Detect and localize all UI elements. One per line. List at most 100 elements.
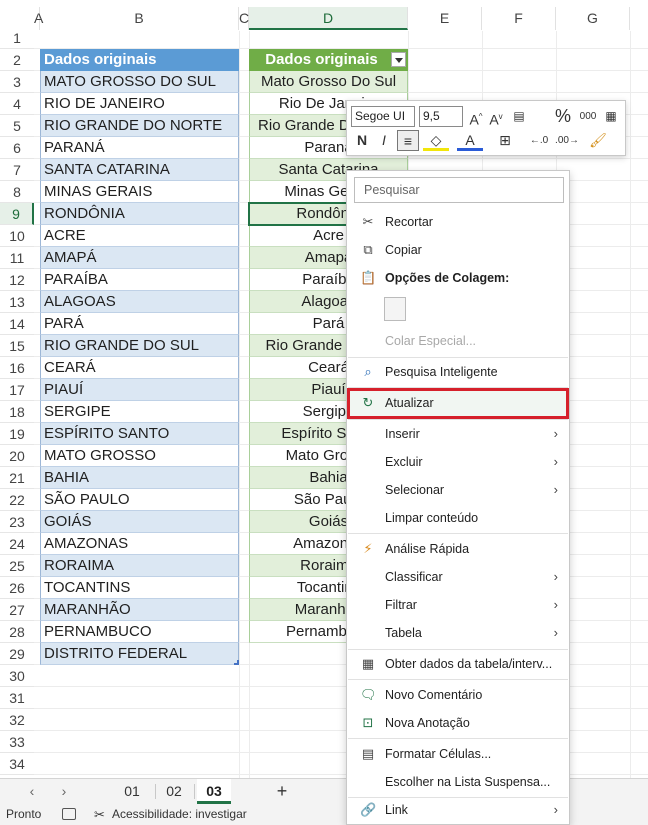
table-b-cell[interactable]: MATO GROSSO DO SUL bbox=[40, 71, 239, 93]
sheet-tab-01[interactable]: 01 bbox=[116, 779, 148, 804]
row-header[interactable]: 23 bbox=[0, 511, 34, 533]
menu-item-tabela[interactable]: Tabela › bbox=[348, 619, 568, 647]
row-header[interactable]: 6 bbox=[0, 137, 34, 159]
row-header[interactable]: 28 bbox=[0, 621, 34, 643]
scroll-left-icon[interactable]: ‹ bbox=[24, 783, 40, 799]
menu-search-input[interactable]: Pesquisar bbox=[354, 177, 564, 203]
font-color-icon[interactable]: A bbox=[457, 130, 483, 151]
table-b-cell[interactable]: SERGIPE bbox=[40, 401, 239, 423]
menu-item-limpar[interactable]: Limpar conteúdo bbox=[348, 504, 568, 532]
column-header-g[interactable]: G bbox=[556, 7, 630, 30]
align-center-icon[interactable]: ≡ bbox=[397, 130, 419, 151]
table-resize-handle[interactable] bbox=[234, 660, 239, 665]
row-header[interactable]: 3 bbox=[0, 71, 34, 93]
menu-item-novo-comentario[interactable]: 🗨 Novo Comentário bbox=[348, 681, 568, 709]
menu-item-classificar[interactable]: Classificar › bbox=[348, 563, 568, 591]
table-b-cell[interactable]: DISTRITO FEDERAL bbox=[40, 643, 239, 665]
row-header[interactable]: 30 bbox=[0, 665, 34, 687]
increase-font-icon[interactable]: A^ bbox=[467, 106, 485, 128]
table-b-cell[interactable]: PARÁ bbox=[40, 313, 239, 335]
row-header[interactable]: 7 bbox=[0, 159, 34, 181]
column-header-d[interactable]: D bbox=[249, 7, 408, 30]
row-header[interactable]: 15 bbox=[0, 335, 34, 357]
row-header[interactable]: 8 bbox=[0, 181, 34, 203]
column-header-c[interactable]: C bbox=[239, 7, 249, 30]
scroll-right-icon[interactable]: › bbox=[56, 783, 72, 799]
sheet-tab-03[interactable]: 03 bbox=[197, 779, 231, 804]
table-b-cell[interactable]: TOCANTINS bbox=[40, 577, 239, 599]
filter-dropdown-icon[interactable] bbox=[391, 52, 406, 67]
menu-item-copiar[interactable]: ⧉ Copiar bbox=[348, 236, 568, 264]
table-b-cell[interactable]: RIO GRANDE DO SUL bbox=[40, 335, 239, 357]
menu-item-atualizar[interactable]: ↻ Atualizar bbox=[348, 389, 568, 417]
row-header[interactable]: 12 bbox=[0, 269, 34, 291]
table-b-cell[interactable]: MINAS GERAIS bbox=[40, 181, 239, 203]
decrease-font-icon[interactable]: Av bbox=[487, 106, 505, 128]
row-header[interactable]: 5 bbox=[0, 115, 34, 137]
column-header-b[interactable]: B bbox=[40, 7, 239, 30]
number-format-icon[interactable]: ▤ bbox=[507, 106, 531, 127]
row-header[interactable]: 4 bbox=[0, 93, 34, 115]
table-d-header[interactable]: Dados originais bbox=[249, 49, 408, 71]
row-header[interactable]: 16 bbox=[0, 357, 34, 379]
table-b-cell[interactable]: AMAZONAS bbox=[40, 533, 239, 555]
table-b-cell[interactable]: RIO GRANDE DO NORTE bbox=[40, 115, 239, 137]
row-header[interactable]: 9 bbox=[0, 203, 34, 225]
menu-item-colar-especial[interactable]: Colar Especial... bbox=[348, 327, 568, 355]
table-b-cell[interactable]: CEARÁ bbox=[40, 357, 239, 379]
table-b-cell[interactable]: SANTA CATARINA bbox=[40, 159, 239, 181]
menu-item-obter-dados[interactable]: ▦ Obter dados da tabela/interv... bbox=[348, 650, 568, 678]
row-header[interactable]: 24 bbox=[0, 533, 34, 555]
menu-item-formatar-celulas[interactable]: ▤ Formatar Células... bbox=[348, 740, 568, 768]
menu-item-escolher-lista[interactable]: Escolher na Lista Suspensa... bbox=[348, 768, 568, 796]
table-d-cell[interactable]: Mato Grosso Do Sul bbox=[249, 71, 408, 93]
row-header[interactable]: 31 bbox=[0, 687, 34, 709]
row-header[interactable]: 27 bbox=[0, 599, 34, 621]
table-b-header[interactable]: Dados originais bbox=[40, 49, 239, 71]
row-header[interactable]: 34 bbox=[0, 753, 34, 775]
menu-item-recortar[interactable]: ✂ Recortar bbox=[348, 208, 568, 236]
table-b-cell[interactable]: MATO GROSSO bbox=[40, 445, 239, 467]
menu-item-filtrar[interactable]: Filtrar › bbox=[348, 591, 568, 619]
row-header[interactable]: 17 bbox=[0, 379, 34, 401]
row-header[interactable]: 22 bbox=[0, 489, 34, 511]
table-b-cell[interactable]: MARANHÃO bbox=[40, 599, 239, 621]
percent-button[interactable]: % bbox=[553, 106, 573, 127]
table-b-cell[interactable]: PIAUÍ bbox=[40, 379, 239, 401]
menu-item-inserir[interactable]: Inserir › bbox=[348, 420, 568, 448]
menu-item-link[interactable]: 🔗 Link › bbox=[348, 796, 568, 824]
menu-item-analise-rapida[interactable]: ⚡ Análise Rápida bbox=[348, 535, 568, 563]
table-b-cell[interactable]: AMAPÁ bbox=[40, 247, 239, 269]
row-header[interactable]: 11 bbox=[0, 247, 34, 269]
italic-button[interactable]: I bbox=[375, 130, 393, 151]
table-b-cell[interactable]: RORAIMA bbox=[40, 555, 239, 577]
row-header[interactable]: 19 bbox=[0, 423, 34, 445]
table-b-cell[interactable]: RIO DE JANEIRO bbox=[40, 93, 239, 115]
macro-record-icon[interactable] bbox=[62, 808, 76, 820]
decrease-decimal-icon[interactable]: .00→ bbox=[555, 130, 579, 151]
menu-item-nova-anotacao[interactable]: ⊡ Nova Anotação bbox=[348, 709, 568, 737]
table-b-cell[interactable]: PARAÍBA bbox=[40, 269, 239, 291]
row-header[interactable]: 1 bbox=[0, 27, 34, 49]
menu-item-excluir[interactable]: Excluir › bbox=[348, 448, 568, 476]
format-painter-icon[interactable]: 🖌 bbox=[587, 130, 609, 151]
row-header[interactable]: 29 bbox=[0, 643, 34, 665]
column-header-f[interactable]: F bbox=[482, 7, 556, 30]
table-b-cell[interactable]: ACRE bbox=[40, 225, 239, 247]
row-header[interactable]: 10 bbox=[0, 225, 34, 247]
row-header[interactable]: 13 bbox=[0, 291, 34, 313]
row-header[interactable]: 26 bbox=[0, 577, 34, 599]
row-header[interactable]: 2 bbox=[0, 49, 34, 71]
borders-icon[interactable]: ⊞ bbox=[493, 130, 517, 151]
add-sheet-button[interactable]: + bbox=[270, 779, 294, 804]
row-header[interactable]: 20 bbox=[0, 445, 34, 467]
table-b-cell[interactable]: SÃO PAULO bbox=[40, 489, 239, 511]
fill-color-icon[interactable]: ◇ bbox=[423, 130, 449, 151]
table-b-cell[interactable]: ALAGOAS bbox=[40, 291, 239, 313]
table-b-cell[interactable]: GOIÁS bbox=[40, 511, 239, 533]
column-header-e[interactable]: E bbox=[408, 7, 482, 30]
menu-item-selecionar[interactable]: Selecionar › bbox=[348, 476, 568, 504]
sheet-tab-02[interactable]: 02 bbox=[160, 779, 188, 804]
menu-item-pesquisa-inteligente[interactable]: ⌕ Pesquisa Inteligente bbox=[348, 358, 568, 386]
table-b-cell[interactable]: PERNAMBUCO bbox=[40, 621, 239, 643]
